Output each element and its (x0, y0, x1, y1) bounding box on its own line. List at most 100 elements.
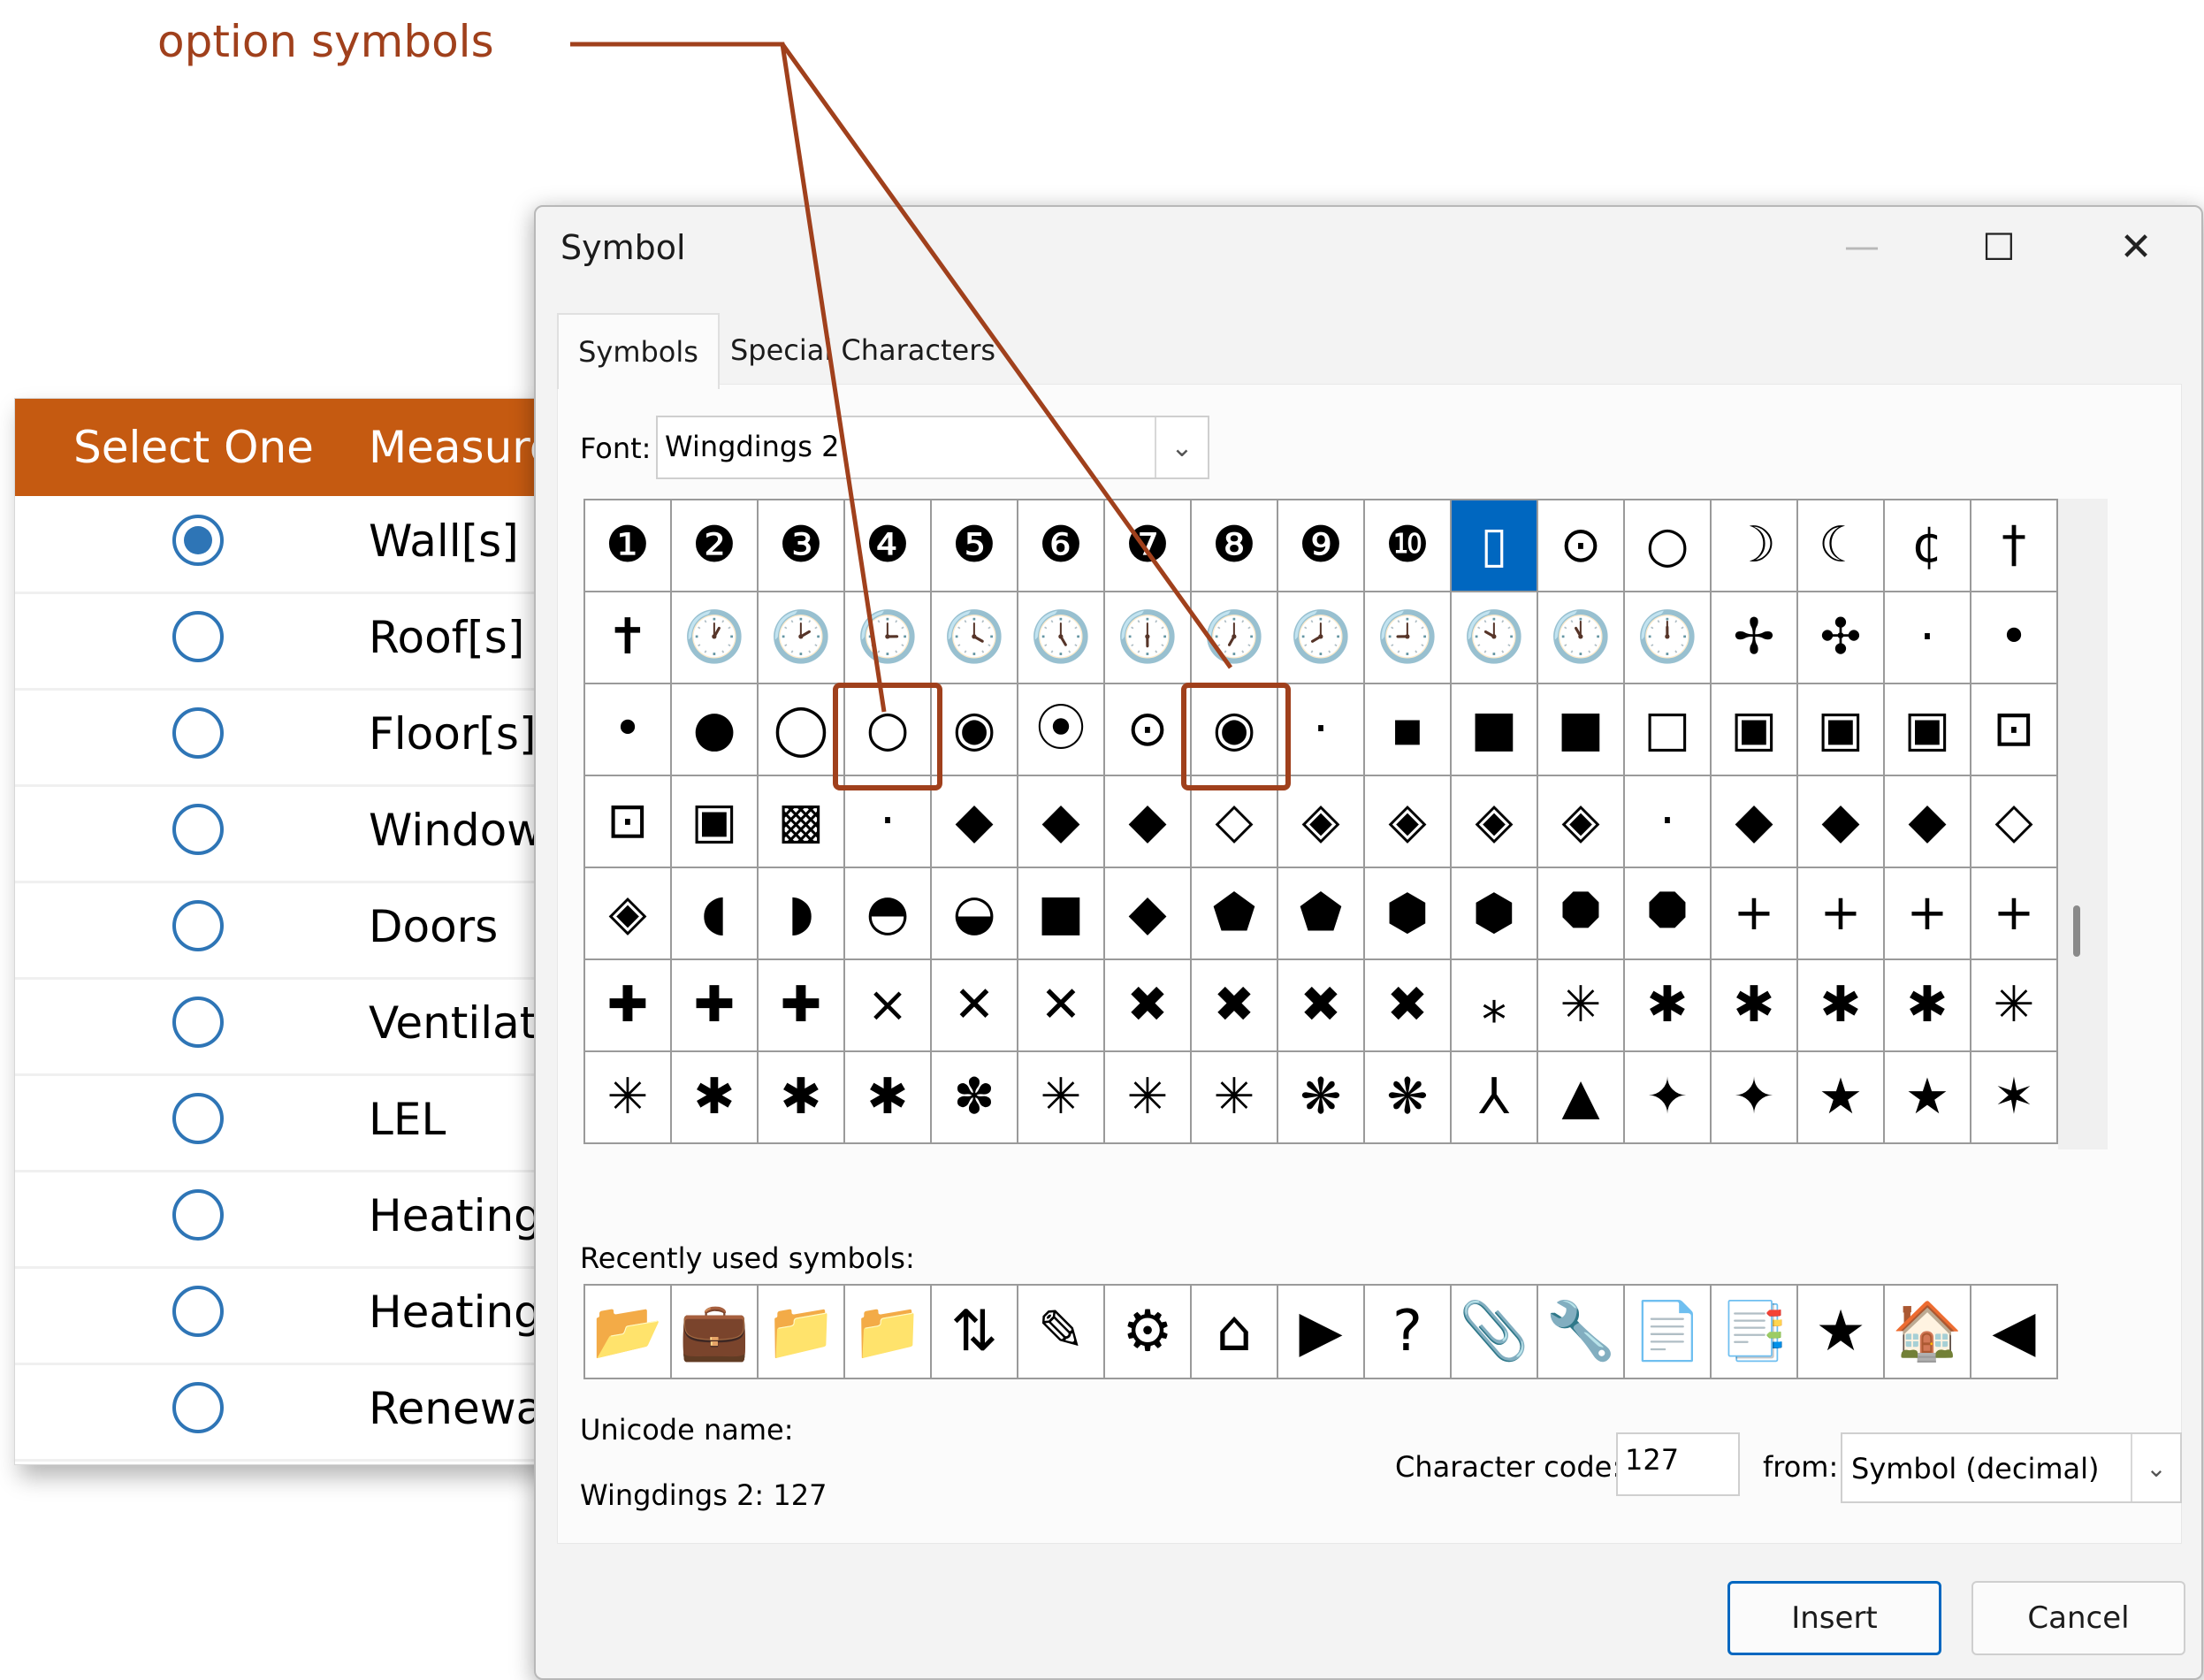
symbol-cell[interactable]: ◆ (1712, 776, 1798, 868)
symbol-cell[interactable]: ▯ (1452, 500, 1538, 592)
symbol-cell[interactable]: ✕ (932, 960, 1018, 1052)
symbol-cell[interactable]: ✝ (585, 592, 672, 684)
symbol-cell[interactable]: ⯃ (1625, 868, 1712, 960)
symbol-cell[interactable]: ⬢ (1452, 868, 1538, 960)
symbol-cell[interactable]: ▩ (759, 776, 845, 868)
symbol-cell[interactable]: ✱ (672, 1052, 759, 1144)
recent-symbol-cell[interactable]: ⌂ (1192, 1286, 1278, 1379)
symbol-cell[interactable]: ◗ (759, 868, 845, 960)
radio-button[interactable] (172, 1093, 224, 1144)
symbol-cell[interactable]: + (1885, 868, 1971, 960)
symbol-cell[interactable]: ❾ (1278, 500, 1365, 592)
recent-symbol-cell[interactable]: 🏠 (1885, 1286, 1971, 1379)
symbol-cell[interactable]: 🕐 (672, 592, 759, 684)
symbol-cell[interactable]: ◉ (932, 684, 1018, 776)
symbol-cell[interactable]: ◈ (585, 868, 672, 960)
symbol-cell[interactable]: ❸ (759, 500, 845, 592)
symbol-cell[interactable]: ❶ (585, 500, 672, 592)
symbol-cell[interactable]: ○ (1625, 500, 1712, 592)
symbol-cell[interactable]: ◈ (1365, 776, 1452, 868)
symbol-cell[interactable]: ✖ (1365, 960, 1452, 1052)
symbol-cell[interactable]: ■ (1538, 684, 1625, 776)
symbol-cell[interactable]: ◆ (1018, 776, 1105, 868)
recent-symbol-cell[interactable]: 📁 (845, 1286, 932, 1379)
symbol-cell[interactable]: 🕔 (1018, 592, 1105, 684)
symbol-cell[interactable]: ⦿ (1018, 684, 1105, 776)
symbol-cell[interactable]: ❽ (1192, 500, 1278, 592)
radio-button[interactable] (172, 1189, 224, 1241)
symbol-cell[interactable]: ◆ (1798, 776, 1885, 868)
symbol-cell[interactable]: ✽ (932, 1052, 1018, 1144)
symbol-cell[interactable]: ✱ (1885, 960, 1971, 1052)
symbol-cell[interactable]: ☾ (1798, 500, 1885, 592)
symbol-cell[interactable]: + (1798, 868, 1885, 960)
recent-symbol-cell[interactable]: 📂 (585, 1286, 672, 1379)
symbol-cell[interactable]: ◈ (1278, 776, 1365, 868)
symbol-cell[interactable]: ✦ (1712, 1052, 1798, 1144)
recent-symbol-cell[interactable]: ✎ (1018, 1286, 1105, 1379)
cancel-button[interactable]: Cancel (1971, 1581, 2185, 1655)
tab-special-characters[interactable]: Special Characters (721, 313, 1004, 387)
recent-symbol-cell[interactable]: ▶ (1278, 1286, 1365, 1379)
symbol-cell[interactable]: ▲ (1538, 1052, 1625, 1144)
maximize-button[interactable]: ☐ (1933, 207, 2065, 286)
symbol-cell[interactable]: ✦ (1625, 1052, 1712, 1144)
recent-symbol-cell[interactable]: 💼 (672, 1286, 759, 1379)
recent-symbol-cell[interactable]: ★ (1798, 1286, 1885, 1379)
tab-symbols[interactable]: Symbols (557, 313, 720, 389)
symbol-cell[interactable]: ☽ (1712, 500, 1798, 592)
recent-symbol-cell[interactable]: 📄 (1625, 1286, 1712, 1379)
symbol-cell[interactable]: ✖ (1278, 960, 1365, 1052)
symbol-cell[interactable]: ⊡ (1971, 684, 2058, 776)
symbol-cell[interactable]: ■ (1452, 684, 1538, 776)
symbol-cell[interactable]: ◆ (932, 776, 1018, 868)
symbol-cell[interactable]: ⊙ (1105, 684, 1192, 776)
insert-button[interactable]: Insert (1727, 1581, 1941, 1655)
symbol-cell[interactable]: ❷ (672, 500, 759, 592)
symbol-cell[interactable]: ✖ (1192, 960, 1278, 1052)
symbol-cell[interactable]: ¢ (1885, 500, 1971, 592)
symbol-cell[interactable]: 🕚 (1538, 592, 1625, 684)
symbol-cell[interactable]: ◆ (1105, 868, 1192, 960)
character-code-input[interactable]: 127 (1616, 1432, 1740, 1496)
symbol-cell[interactable]: • (585, 684, 672, 776)
symbol-cell[interactable]: ■ (1018, 868, 1105, 960)
symbol-cell[interactable]: ✖ (1105, 960, 1192, 1052)
symbol-cell[interactable]: ❹ (845, 500, 932, 592)
symbol-cell[interactable]: ✚ (759, 960, 845, 1052)
symbol-cell[interactable]: ⁎ (1452, 960, 1538, 1052)
symbol-cell[interactable]: ★ (1885, 1052, 1971, 1144)
symbol-cell[interactable]: ✱ (1712, 960, 1798, 1052)
symbol-cell[interactable]: ❻ (1018, 500, 1105, 592)
from-dropdown[interactable]: Symbol (decimal) ⌄ (1841, 1432, 2182, 1503)
symbol-cell[interactable]: ◈ (1452, 776, 1538, 868)
radio-button[interactable] (172, 900, 224, 951)
radio-button[interactable] (172, 804, 224, 855)
symbol-cell[interactable]: ★ (1798, 1052, 1885, 1144)
symbol-cell[interactable]: × (845, 960, 932, 1052)
symbol-cell[interactable]: 🕗 (1278, 592, 1365, 684)
recent-symbol-cell[interactable]: ? (1365, 1286, 1452, 1379)
symbol-cell[interactable]: ◈ (1538, 776, 1625, 868)
symbol-cell[interactable]: ✱ (845, 1052, 932, 1144)
symbol-cell[interactable]: ✱ (1625, 960, 1712, 1052)
recent-symbol-cell[interactable]: ⇅ (932, 1286, 1018, 1379)
symbol-cell[interactable]: 🕛 (1625, 592, 1712, 684)
symbol-cell[interactable]: ✚ (585, 960, 672, 1052)
symbol-cell[interactable]: ▣ (1885, 684, 1971, 776)
symbol-cell[interactable]: ✳ (1192, 1052, 1278, 1144)
radio-button[interactable] (172, 611, 224, 662)
recent-symbol-cell[interactable]: 📎 (1452, 1286, 1538, 1379)
recent-symbol-cell[interactable]: ⚙ (1105, 1286, 1192, 1379)
symbol-cell[interactable]: ◆ (1105, 776, 1192, 868)
symbol-cell[interactable]: · (1278, 684, 1365, 776)
recent-symbol-cell[interactable]: 📑 (1712, 1286, 1798, 1379)
symbol-cell[interactable]: ◓ (845, 868, 932, 960)
symbol-cell[interactable]: • (1971, 592, 2058, 684)
symbol-cell[interactable]: † (1971, 500, 2058, 592)
symbol-cell[interactable]: ◒ (932, 868, 1018, 960)
symbol-cell[interactable]: ⬟ (1192, 868, 1278, 960)
radio-button[interactable] (172, 1382, 224, 1433)
symbol-cell[interactable]: ✱ (759, 1052, 845, 1144)
symbol-cell[interactable]: ● (672, 684, 759, 776)
